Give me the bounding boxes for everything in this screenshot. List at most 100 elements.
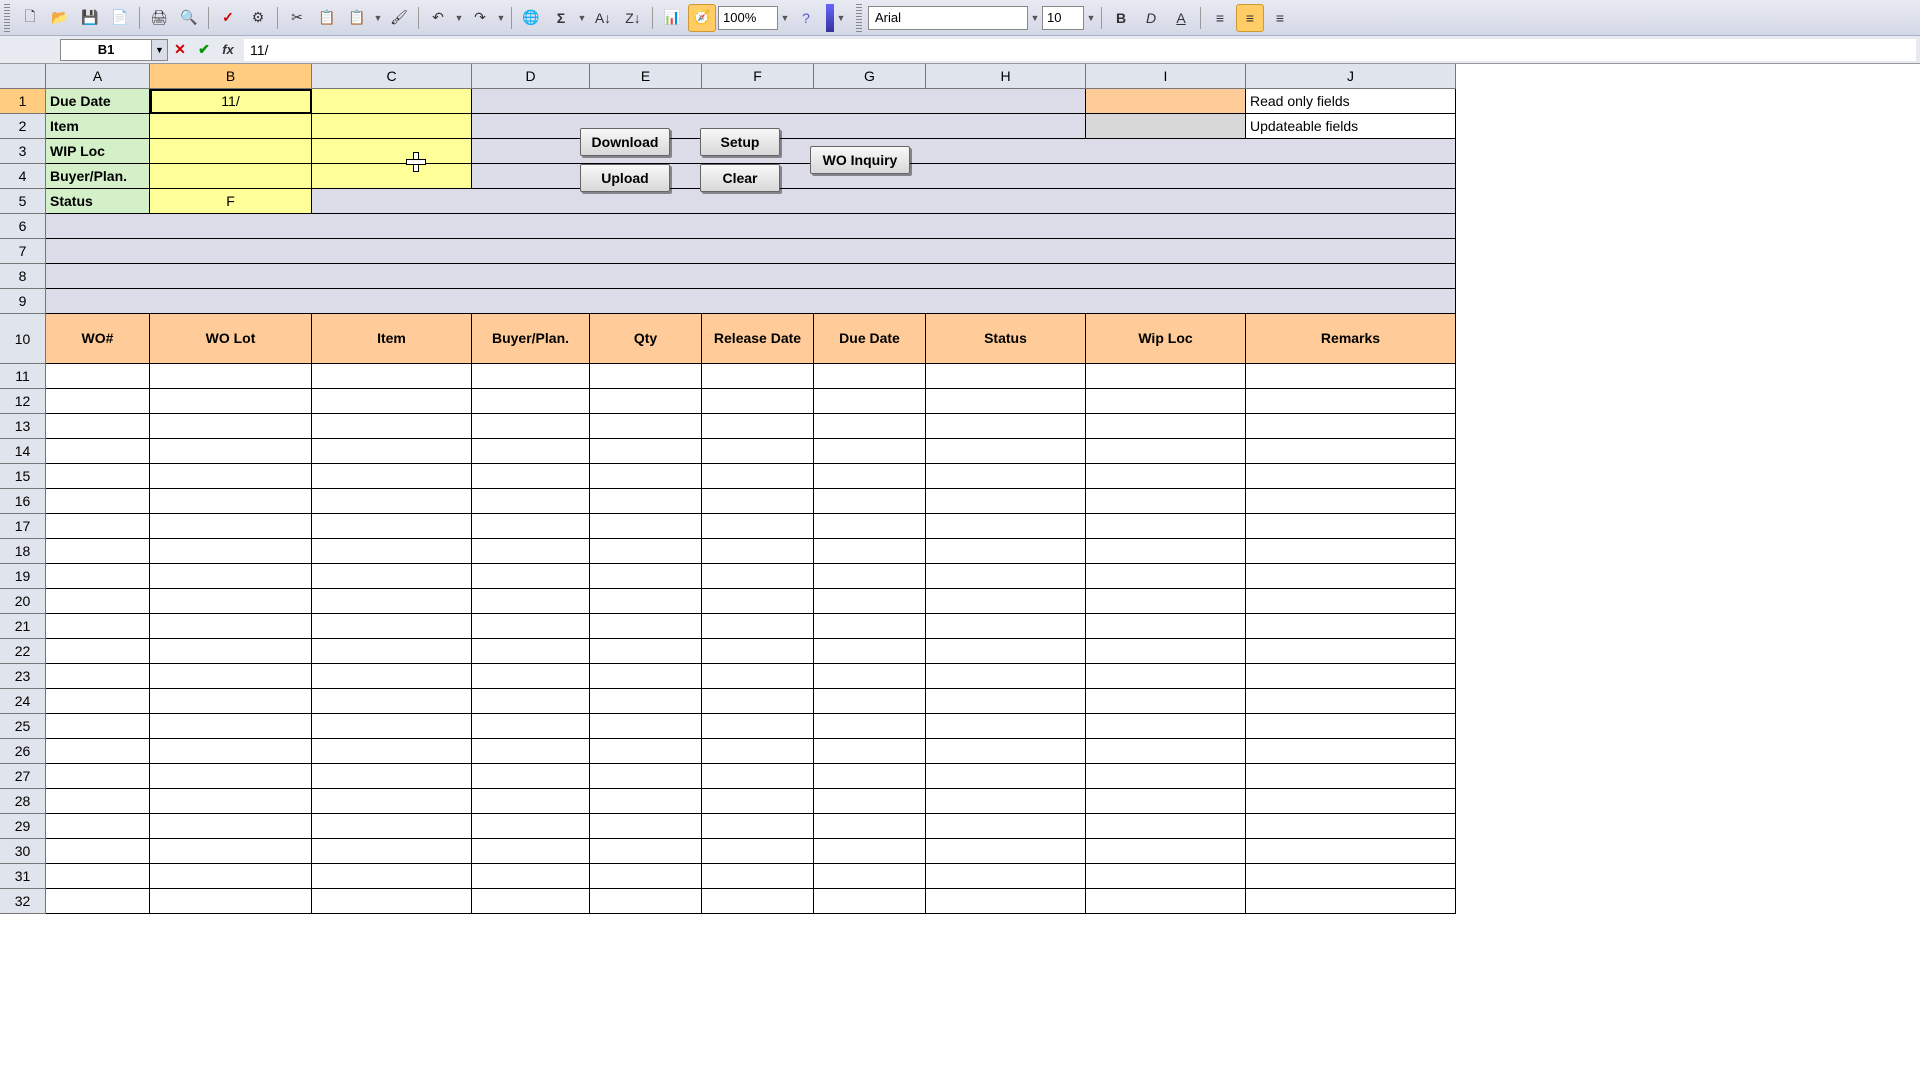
col-header-item[interactable]: Item xyxy=(312,314,472,364)
redo-dropdown[interactable]: ▼ xyxy=(496,4,506,32)
col-header-wip-loc[interactable]: Wip Loc xyxy=(1086,314,1246,364)
data-cell[interactable] xyxy=(150,714,312,739)
data-cell[interactable] xyxy=(590,789,702,814)
data-cell[interactable] xyxy=(312,739,472,764)
col-header-buyer-plan[interactable]: Buyer/Plan. xyxy=(472,314,590,364)
data-cell[interactable] xyxy=(1246,864,1456,889)
col-header-c[interactable]: C xyxy=(312,64,472,89)
col-header-i[interactable]: I xyxy=(1086,64,1246,89)
data-cell[interactable] xyxy=(590,389,702,414)
data-cell[interactable] xyxy=(312,714,472,739)
data-cell[interactable] xyxy=(150,589,312,614)
data-cell[interactable] xyxy=(1086,589,1246,614)
data-cell[interactable] xyxy=(590,714,702,739)
data-cell[interactable] xyxy=(46,664,150,689)
data-cell[interactable] xyxy=(472,664,590,689)
data-cell[interactable] xyxy=(312,764,472,789)
chart-icon[interactable]: 📊 xyxy=(658,4,686,32)
data-cell[interactable] xyxy=(814,589,926,614)
data-cell[interactable] xyxy=(1086,864,1246,889)
data-cell[interactable] xyxy=(1246,614,1456,639)
data-cell[interactable] xyxy=(926,364,1086,389)
data-cell[interactable] xyxy=(702,489,814,514)
data-cell[interactable] xyxy=(926,889,1086,914)
data-cell[interactable] xyxy=(702,689,814,714)
open-icon[interactable]: 📂 xyxy=(46,4,74,32)
data-cell[interactable] xyxy=(46,414,150,439)
download-button[interactable]: Download xyxy=(580,128,670,156)
format-toolbar-grip[interactable] xyxy=(856,4,862,32)
data-cell[interactable] xyxy=(46,389,150,414)
data-cell[interactable] xyxy=(150,839,312,864)
row-header-28[interactable]: 28 xyxy=(0,789,46,814)
data-cell[interactable] xyxy=(46,714,150,739)
spellcheck-icon[interactable]: ✓ xyxy=(214,4,242,32)
row-header-18[interactable]: 18 xyxy=(0,539,46,564)
data-cell[interactable] xyxy=(1246,889,1456,914)
data-cell[interactable] xyxy=(1246,664,1456,689)
row-header-12[interactable]: 12 xyxy=(0,389,46,414)
data-cell[interactable] xyxy=(814,864,926,889)
data-cell[interactable] xyxy=(472,889,590,914)
row-header-17[interactable]: 17 xyxy=(0,514,46,539)
col-header-e[interactable]: E xyxy=(590,64,702,89)
row-header-30[interactable]: 30 xyxy=(0,839,46,864)
data-cell[interactable] xyxy=(1246,364,1456,389)
row-header-2[interactable]: 2 xyxy=(0,114,46,139)
data-cell[interactable] xyxy=(46,639,150,664)
data-cell[interactable] xyxy=(472,714,590,739)
input-wiploc-to[interactable] xyxy=(312,139,472,164)
data-cell[interactable] xyxy=(1246,539,1456,564)
data-cell[interactable] xyxy=(1086,889,1246,914)
data-cell[interactable] xyxy=(150,514,312,539)
input-item-to[interactable] xyxy=(312,114,472,139)
data-cell[interactable] xyxy=(472,614,590,639)
undo-dropdown[interactable]: ▼ xyxy=(454,4,464,32)
data-cell[interactable] xyxy=(926,589,1086,614)
label-due-date[interactable]: Due Date xyxy=(46,89,150,114)
row-header-26[interactable]: 26 xyxy=(0,739,46,764)
data-cell[interactable] xyxy=(1246,564,1456,589)
row-header-23[interactable]: 23 xyxy=(0,664,46,689)
data-cell[interactable] xyxy=(814,489,926,514)
col-header-f[interactable]: F xyxy=(702,64,814,89)
input-due-date-to[interactable] xyxy=(312,89,472,114)
data-cell[interactable] xyxy=(702,564,814,589)
col-header-qty[interactable]: Qty xyxy=(590,314,702,364)
input-status[interactable]: F xyxy=(150,189,312,214)
cancel-icon[interactable]: ✕ xyxy=(169,39,191,61)
data-cell[interactable] xyxy=(926,414,1086,439)
data-cell[interactable] xyxy=(472,789,590,814)
data-cell[interactable] xyxy=(1086,364,1246,389)
data-cell[interactable] xyxy=(702,364,814,389)
data-cell[interactable] xyxy=(472,739,590,764)
data-cell[interactable] xyxy=(150,564,312,589)
data-cell[interactable] xyxy=(1086,564,1246,589)
data-cell[interactable] xyxy=(590,539,702,564)
data-cell[interactable] xyxy=(312,514,472,539)
clear-button[interactable]: Clear xyxy=(700,164,780,192)
hyperlink-icon[interactable]: 🌐 xyxy=(517,4,545,32)
data-cell[interactable] xyxy=(150,414,312,439)
data-cell[interactable] xyxy=(46,764,150,789)
data-cell[interactable] xyxy=(1086,714,1246,739)
data-cell[interactable] xyxy=(150,664,312,689)
legend-readonly-swatch[interactable] xyxy=(1086,89,1246,114)
data-cell[interactable] xyxy=(926,464,1086,489)
data-cell[interactable] xyxy=(702,589,814,614)
data-cell[interactable] xyxy=(590,839,702,864)
data-cell[interactable] xyxy=(150,889,312,914)
toolbar-grip[interactable] xyxy=(4,4,10,32)
function-wizard-icon[interactable]: fx xyxy=(217,39,239,61)
data-cell[interactable] xyxy=(312,689,472,714)
col-header-wo-lot[interactable]: WO Lot xyxy=(150,314,312,364)
form-bg[interactable] xyxy=(46,214,1456,239)
data-cell[interactable] xyxy=(46,839,150,864)
font-name-dropdown[interactable]: ▼ xyxy=(1030,4,1040,32)
data-cell[interactable] xyxy=(814,539,926,564)
data-cell[interactable] xyxy=(1086,464,1246,489)
col-header-due-date[interactable]: Due Date xyxy=(814,314,926,364)
save-icon[interactable]: 💾 xyxy=(76,4,104,32)
data-cell[interactable] xyxy=(46,464,150,489)
col-header-release-date[interactable]: Release Date xyxy=(702,314,814,364)
